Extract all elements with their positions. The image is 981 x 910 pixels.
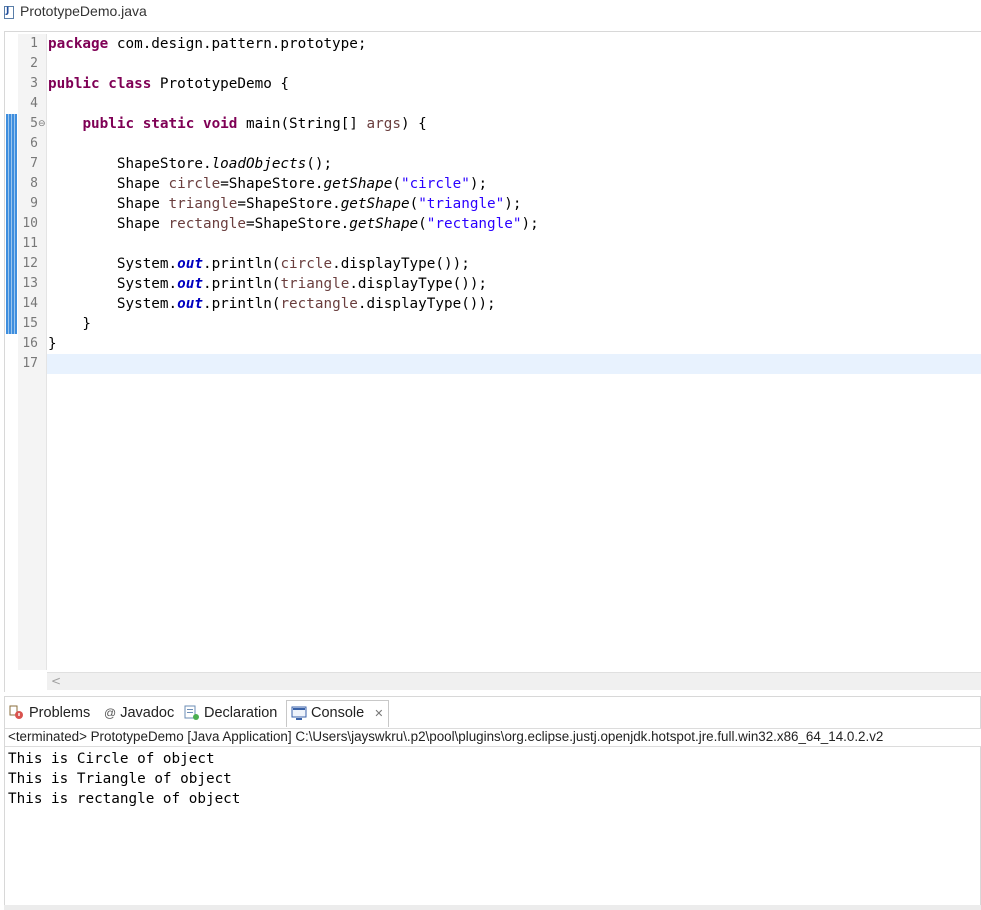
code-line: }: [48, 316, 92, 332]
code-line: public static void main(String[] args) {: [82, 116, 427, 132]
line-number: 7: [30, 156, 38, 171]
line-number: 1: [30, 36, 38, 51]
code-line: Shape triangle=ShapeStore.getShape("tria…: [116, 196, 522, 212]
quick-diff-ruler: [5, 34, 18, 670]
line-number: 2: [30, 56, 38, 71]
problems-icon: [9, 705, 23, 720]
line-number: 4: [30, 96, 38, 111]
code-line: public class PrototypeDemo {: [48, 76, 290, 92]
scroll-left-arrow-icon[interactable]: <: [51, 673, 65, 689]
line-number: 10: [22, 216, 38, 231]
code-line: System.out.println(triangle.displayType(…: [116, 276, 488, 292]
tab-javadoc-label: Javadoc: [120, 705, 175, 721]
line-number: 6: [30, 136, 38, 151]
line-number: 9: [30, 196, 38, 211]
java-file-icon: J: [4, 6, 14, 19]
tab-console-label: Console: [311, 705, 365, 721]
line-number: 12: [22, 256, 38, 271]
console-status: <terminated> PrototypeDemo [Java Applica…: [8, 729, 884, 744]
code-line: Shape circle=ShapeStore.getShape("circle…: [116, 176, 488, 192]
code-line: ShapeStore.loadObjects();: [116, 156, 333, 172]
console-output-line: This is Triangle of object: [8, 771, 232, 787]
line-number: 11: [22, 236, 38, 251]
editor-tab-title[interactable]: PrototypeDemo.java: [20, 3, 147, 19]
line-number: 14: [22, 296, 38, 311]
line-number: 8: [30, 176, 38, 191]
line-number: 3: [30, 76, 38, 91]
line-number: 17: [22, 356, 38, 371]
code-line: package com.design.pattern.prototype;: [48, 36, 367, 52]
tab-declaration-label: Declaration: [204, 705, 278, 721]
line-number: 13: [22, 276, 38, 291]
at-icon: @: [104, 706, 117, 721]
code-line: }: [48, 336, 57, 352]
code-line: Shape rectangle=ShapeStore.getShape("rec…: [116, 216, 539, 232]
tab-declaration[interactable]: Declaration: [184, 702, 277, 724]
line-number: 15: [22, 316, 38, 331]
quick-diff-change-marker: [6, 114, 17, 334]
tab-javadoc[interactable]: @ Javadoc: [104, 702, 174, 724]
editor-tab-bar: [0, 0, 981, 26]
line-number: 5: [30, 116, 38, 131]
console-output-line: This is Circle of object: [8, 751, 215, 767]
close-icon[interactable]: ✕: [374, 708, 383, 720]
line-number: 16: [22, 336, 38, 351]
code-line: System.out.println(rectangle.displayType…: [116, 296, 496, 312]
current-line-highlight: [47, 354, 981, 374]
tab-problems-label: Problems: [29, 705, 91, 721]
declaration-icon: [184, 705, 199, 721]
horizontal-scrollbar[interactable]: [47, 672, 981, 690]
tab-console[interactable]: Console ✕: [291, 702, 384, 724]
tab-problems[interactable]: Problems: [9, 702, 90, 724]
console-icon: [291, 706, 307, 721]
bottom-scroll-strip: [4, 905, 981, 910]
code-line: System.out.println(circle.displayType())…: [116, 256, 470, 272]
console-output-line: This is rectangle of object: [8, 791, 241, 807]
fold-collapse-icon[interactable]: ⊖: [38, 120, 47, 129]
